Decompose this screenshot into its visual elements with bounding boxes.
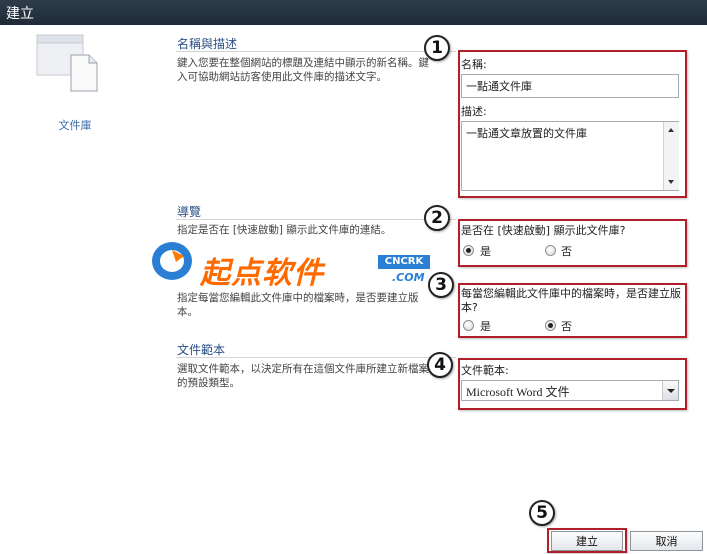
scroll-down-icon[interactable] [668, 180, 674, 184]
watermark-badge-top: CNCRK [378, 255, 430, 269]
title-bar: 建立 [0, 0, 707, 25]
quicklaunch-no-label: 否 [561, 245, 572, 258]
versioning-yes-radio[interactable] [463, 320, 474, 331]
versioning-no-radio[interactable] [545, 320, 556, 331]
quicklaunch-question: 是否在 [快速啟動] 顯示此文件庫? [461, 224, 626, 237]
chevron-down-icon [667, 389, 675, 393]
versioning-no-label: 否 [561, 320, 572, 333]
name-label: 名稱: [461, 58, 487, 71]
versioning-question: 每當您編輯此文件庫中的檔案時，是否建立版本? [461, 287, 681, 314]
step-marker-1: 1 [424, 35, 450, 61]
section-divider [176, 51, 456, 52]
template-select[interactable]: Microsoft Word 文件 [461, 380, 679, 401]
name-input[interactable]: 一點通文件庫 [461, 74, 679, 98]
section-desc-name: 鍵入您要在整個網站的標題及連結中顯示的新名稱。鍵入可協助網站訪客使用此文件庫的描… [177, 57, 429, 83]
section-desc-navigation: 指定是否在 [快速啟動] 顯示此文件庫的連結。 [177, 224, 392, 236]
window-title: 建立 [6, 6, 34, 22]
section-desc-template: 選取文件範本，以決定所有在這個文件庫所建立新檔案的預設類型。 [177, 363, 429, 389]
quicklaunch-yes-radio[interactable] [463, 245, 474, 256]
section-header-navigation: 導覽 [177, 205, 202, 219]
section-header-template: 文件範本 [177, 343, 226, 357]
desc-label: 描述: [461, 105, 487, 118]
quicklaunch-no-radio[interactable] [545, 245, 556, 256]
cancel-button[interactable]: 取消 [630, 531, 703, 551]
scroll-up-icon[interactable] [668, 128, 674, 132]
watermark-logo-icon [150, 238, 195, 283]
quicklaunch-yes-label: 是 [480, 245, 491, 258]
section-divider [176, 219, 456, 220]
create-button[interactable]: 建立 [551, 531, 623, 551]
template-select-toggle[interactable] [662, 381, 678, 400]
section-divider [176, 357, 456, 358]
desc-textarea[interactable]: 一點通文章放置的文件庫 [461, 121, 679, 191]
library-type-label: 文件庫 [58, 119, 92, 132]
document-library-icon [35, 33, 99, 93]
section-header-name-desc: 名稱與描述 [177, 37, 238, 51]
desc-scrollbar[interactable] [663, 122, 679, 190]
watermark-badge-bottom: .COM [392, 271, 425, 284]
template-label: 文件範本: [461, 364, 509, 377]
section-desc-versioning: 指定每當您編輯此文件庫中的檔案時，是否要建立版本。 [177, 292, 419, 318]
step-marker-4: 4 [427, 352, 453, 378]
step-marker-5: 5 [529, 500, 555, 526]
step-marker-3: 3 [428, 272, 454, 298]
step-marker-2: 2 [424, 205, 450, 231]
versioning-yes-label: 是 [480, 320, 491, 333]
watermark-text: 起点软件 [200, 256, 324, 291]
